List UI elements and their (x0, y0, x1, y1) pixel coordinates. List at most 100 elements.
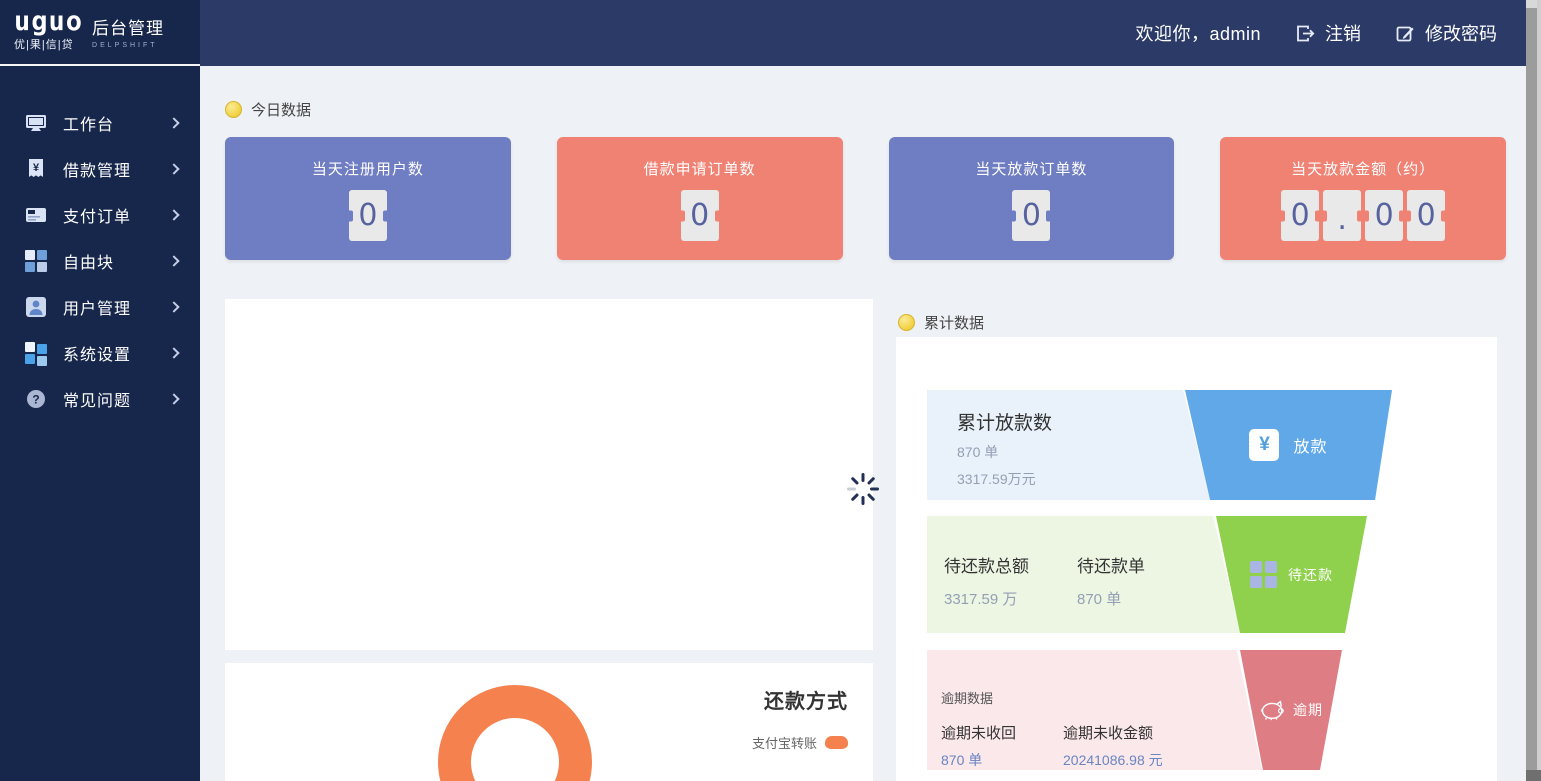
piggy-bank-icon (1259, 699, 1287, 721)
logout-button[interactable]: 注销 (1295, 20, 1361, 46)
top-header: 欢迎你，admin 注销 修改密码 (200, 0, 1541, 66)
sidebar-item-payment-orders[interactable]: 支付订单 (0, 192, 200, 238)
stat-value: 870 单 (1077, 588, 1145, 609)
logo-title-text: 后台管理 (92, 14, 164, 39)
funnel-band: 待还款总额 3317.59 万 待还款单 870 单 (927, 516, 1240, 633)
blocks-icon (24, 249, 48, 273)
loading-spinner-icon (845, 471, 881, 507)
sidebar-item-label: 借款管理 (63, 157, 170, 181)
payment-card-icon (24, 203, 48, 227)
pie-legend-item-alipay[interactable]: 支付宝转账 (752, 733, 848, 752)
monitor-icon (24, 111, 48, 135)
sidebar-item-label: 自由块 (63, 249, 170, 273)
chevron-right-icon (168, 347, 179, 358)
sidebar-item-label: 工作台 (63, 111, 170, 135)
stat-value: 20241086.98 元 (1063, 750, 1163, 770)
sidebar-item-faq[interactable]: ? 常见问题 (0, 376, 200, 422)
funnel-band: 逾期数据 逾期未收回 870 单 逾期未收金额 20241086.98 元 (927, 650, 1262, 770)
repayment-method-panel: 还款方式 支付宝转账 (225, 663, 873, 781)
stat-column: 逾期未收回 870 单 (941, 722, 1063, 770)
stat-card-title: 当天放款金额（约） (1220, 158, 1506, 179)
today-section-title: 今日数据 (251, 99, 311, 120)
sidebar-item-label: 常见问题 (63, 387, 170, 411)
stat-card-disbursed-orders: 当天放款订单数 0 (889, 137, 1175, 260)
funnel-row-pending-repayment: 待还款总额 3317.59 万 待还款单 870 单 待还款 (927, 516, 1467, 633)
logo-title: 后台管理 DELPSHIFT (92, 14, 164, 49)
logo-mark-subtext: 优|果|信|贷 (14, 36, 83, 52)
logo-mark-text: uguo (14, 10, 83, 34)
stat-value: 870 单 (941, 750, 1063, 770)
stat-value: 3317.59 万 (944, 588, 1077, 609)
funnel-tag: 待还款 (1288, 565, 1333, 585)
pie-chart-title: 还款方式 (764, 685, 848, 714)
stat-card-title: 当天放款订单数 (889, 158, 1175, 179)
funnel-band: 累计放款数 870 单 3317.59万元 (927, 390, 1210, 500)
svg-text:¥: ¥ (33, 162, 40, 174)
logo-mark: uguo 优|果|信|贷 (14, 10, 83, 52)
stat-column: 待还款单 870 单 (1077, 552, 1145, 633)
yen-receipt-icon: ¥ (1249, 429, 1279, 461)
sidebar-item-loan-management[interactable]: ¥ 借款管理 (0, 146, 200, 192)
legend-marker-icon (825, 736, 848, 749)
chevron-right-icon (168, 163, 179, 174)
flip-digit-dot: . (1323, 190, 1361, 241)
sidebar-item-free-blocks[interactable]: 自由块 (0, 238, 200, 284)
loading-chart-panel (225, 299, 873, 650)
chevron-right-icon (168, 393, 179, 404)
sidebar-menu: 工作台 ¥ 借款管理 支付订单 自由块 (0, 66, 200, 422)
flip-digit: 0 (349, 190, 387, 241)
change-password-label: 修改密码 (1425, 20, 1497, 46)
stat-column: 逾期未收金额 20241086.98 元 (1063, 722, 1163, 770)
question-icon: ? (24, 387, 48, 411)
user-icon (24, 295, 48, 319)
stat-title: 逾期未收回 (941, 722, 1063, 743)
flip-digit: 0 (1365, 190, 1403, 241)
stat-title: 逾期未收金额 (1063, 722, 1163, 743)
sidebar-item-label: 用户管理 (63, 295, 170, 319)
logo-title-subtext: DELPSHIFT (92, 42, 164, 49)
edit-icon (1395, 23, 1416, 44)
funnel-row-overdue: 逾期数据 逾期未收回 870 单 逾期未收金额 20241086.98 元 (927, 650, 1467, 770)
gold-dot-icon (225, 101, 242, 118)
chevron-right-icon (168, 209, 179, 220)
stat-card-loan-applications: 借款申请订单数 0 (557, 137, 843, 260)
stat-column: 待还款总额 3317.59 万 (944, 552, 1077, 633)
pie-chart-ring (438, 685, 592, 781)
sidebar-item-user-management[interactable]: 用户管理 (0, 284, 200, 330)
app-logo: uguo 优|果|信|贷 后台管理 DELPSHIFT (0, 0, 200, 66)
chevron-right-icon (168, 301, 179, 312)
stat-title: 待还款单 (1077, 552, 1145, 577)
sidebar-item-system-settings[interactable]: 系统设置 (0, 330, 200, 376)
sidebar: uguo 优|果|信|贷 后台管理 DELPSHIFT 工作台 ¥ 借款管理 (0, 0, 200, 781)
loan-receipt-icon: ¥ (24, 157, 48, 181)
logout-icon (1295, 23, 1316, 44)
sidebar-item-label: 系统设置 (63, 341, 170, 365)
chevron-right-icon (168, 117, 179, 128)
settings-icon (24, 341, 48, 365)
change-password-button[interactable]: 修改密码 (1395, 20, 1497, 46)
cumulative-panel: 累计放款数 870 单 3317.59万元 ¥ 放款 待还款总额 3317.59… (896, 337, 1497, 781)
funnel-segment-disburse: ¥ 放款 (1185, 390, 1392, 500)
cumulative-section-header: 累计数据 (898, 312, 984, 333)
stat-card-registered-users: 当天注册用户数 0 (225, 137, 511, 260)
stat-title: 待还款总额 (944, 552, 1077, 577)
sidebar-item-workbench[interactable]: 工作台 (0, 100, 200, 146)
row-value: 3317.59万元 (957, 469, 1210, 489)
flip-digit: 0 (1407, 190, 1445, 241)
today-cards: 当天注册用户数 0 借款申请订单数 0 当天放款订单数 0 当天放款金额（约） … (225, 137, 1506, 260)
row-title: 累计放款数 (957, 408, 1210, 435)
main-content: 今日数据 当天注册用户数 0 借款申请订单数 0 当天放款订单数 0 当天放款金… (200, 66, 1526, 781)
vertical-scrollbar[interactable] (1526, 0, 1541, 781)
flip-digit: 0 (1281, 190, 1319, 241)
stat-card-disbursed-amount: 当天放款金额（约） 0 . 0 0 (1220, 137, 1506, 260)
stat-card-title: 当天注册用户数 (225, 158, 511, 179)
sidebar-item-label: 支付订单 (63, 203, 170, 227)
funnel-segment-pending: 待还款 (1216, 516, 1367, 633)
funnel-row-disbursed: 累计放款数 870 单 3317.59万元 ¥ 放款 (927, 390, 1467, 500)
flip-digit: 0 (681, 190, 719, 241)
welcome-text: 欢迎你，admin (1135, 20, 1261, 46)
cumulative-section-title: 累计数据 (924, 312, 984, 333)
flip-digit: 0 (1012, 190, 1050, 241)
funnel-tag: 放款 (1293, 433, 1327, 457)
stat-card-title: 借款申请订单数 (557, 158, 843, 179)
